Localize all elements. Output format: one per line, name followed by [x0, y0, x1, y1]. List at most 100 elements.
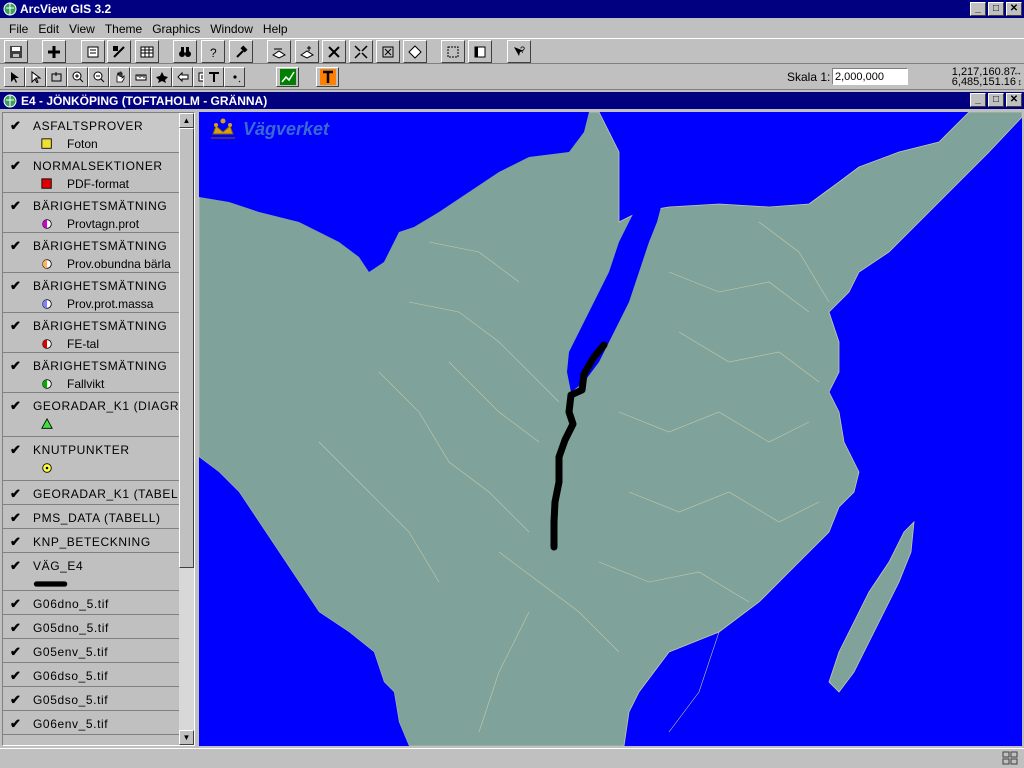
- legend-item[interactable]: ✔ KNP_BETECKNING: [3, 529, 180, 553]
- view-close-button[interactable]: ✕: [1006, 93, 1022, 107]
- visibility-checkbox[interactable]: ✔: [10, 620, 21, 636]
- zoom-in-icon: [72, 71, 83, 83]
- legend-item[interactable]: ✔ VÄG_E4: [3, 553, 180, 591]
- button-bar: ? ?: [0, 38, 1024, 64]
- island-oland: [828, 520, 915, 693]
- toc-scrollbar[interactable]: ▲ ▼: [179, 113, 194, 745]
- menu-file[interactable]: File: [4, 22, 33, 36]
- app-titlebar[interactable]: ArcView GIS 3.2 _ □ ✕: [0, 0, 1024, 18]
- legend-item[interactable]: ✔ GEORADAR_K1 (TABELL: [3, 481, 180, 505]
- vertex-edit-tool[interactable]: [25, 67, 46, 87]
- visibility-checkbox[interactable]: ✔: [10, 510, 21, 526]
- menu-help[interactable]: Help: [258, 22, 293, 36]
- theme-properties-button[interactable]: [81, 40, 105, 63]
- visibility-checkbox[interactable]: ✔: [10, 358, 21, 374]
- legend-item[interactable]: ✔ NORMALSEKTIONER PDF-format: [3, 153, 180, 193]
- legend-item[interactable]: ✔ G06dso_5.tif: [3, 663, 180, 687]
- menu-theme[interactable]: Theme: [100, 22, 147, 36]
- pan-tool[interactable]: [109, 67, 130, 87]
- visibility-checkbox[interactable]: ✔: [10, 558, 21, 574]
- maximize-button[interactable]: □: [988, 2, 1004, 16]
- zoom-in-button[interactable]: [349, 40, 373, 63]
- map-canvas[interactable]: [199, 112, 1022, 746]
- legend-item[interactable]: ✔ G06env_5.tif: [3, 711, 180, 735]
- locate-address-button[interactable]: ?: [201, 40, 225, 63]
- hand-icon: [116, 71, 124, 83]
- edit-legend-button[interactable]: [107, 40, 131, 63]
- hammer-button[interactable]: [229, 40, 253, 63]
- visibility-checkbox[interactable]: ✔: [10, 318, 21, 334]
- visibility-checkbox[interactable]: ✔: [10, 534, 21, 550]
- scale-input[interactable]: [832, 68, 908, 85]
- zoom-out-icon: [93, 71, 104, 83]
- open-table-button[interactable]: [135, 40, 159, 63]
- view-titlebar[interactable]: E4 - JÖNKÖPING (TOFTAHOLM - GRÄNNA) _ □ …: [0, 92, 1024, 109]
- text-tool[interactable]: [203, 67, 224, 87]
- legend-item[interactable]: ✔ GEORADAR_K1 (DIAGR: [3, 393, 180, 437]
- zoom-previous-button[interactable]: [403, 40, 427, 63]
- visibility-checkbox[interactable]: ✔: [10, 692, 21, 708]
- add-theme-button[interactable]: [42, 40, 66, 63]
- menu-view[interactable]: View: [64, 22, 100, 36]
- view-minimize-button[interactable]: _: [970, 93, 986, 107]
- query-builder-button[interactable]: [267, 40, 291, 63]
- pointer-tool[interactable]: [4, 67, 25, 87]
- legend-item[interactable]: ✔ BÄRIGHETSMÄTNING Prov.prot.massa: [3, 273, 180, 313]
- draw-point-tool[interactable]: [224, 67, 245, 87]
- visibility-checkbox[interactable]: ✔: [10, 118, 21, 134]
- theme-name: BÄRIGHETSMÄTNING: [33, 359, 168, 373]
- select-features-button[interactable]: [441, 40, 465, 63]
- legend-item[interactable]: ✔ KNUTPUNKTER: [3, 437, 180, 481]
- measure-tool[interactable]: [130, 67, 151, 87]
- legend-item[interactable]: ✔ BÄRIGHETSMÄTNING Provtagn.prot: [3, 193, 180, 233]
- visibility-checkbox[interactable]: ✔: [10, 668, 21, 684]
- close-button[interactable]: ✕: [1006, 2, 1022, 16]
- scroll-thumb[interactable]: [179, 128, 194, 568]
- scroll-up-button[interactable]: ▲: [179, 113, 194, 128]
- area-of-interest-tool[interactable]: [172, 67, 193, 87]
- legend-item[interactable]: ✔ G05dno_5.tif: [3, 615, 180, 639]
- visibility-checkbox[interactable]: ✔: [10, 158, 21, 174]
- scroll-down-button[interactable]: ▼: [179, 730, 194, 745]
- zoom-in-tool[interactable]: [67, 67, 88, 87]
- legend-item[interactable]: ✔ G06dno_5.tif: [3, 591, 180, 615]
- visibility-checkbox[interactable]: ✔: [10, 596, 21, 612]
- menu-graphics[interactable]: Graphics: [147, 22, 205, 36]
- help-button[interactable]: ?: [507, 40, 531, 63]
- view-maximize-button[interactable]: □: [988, 93, 1004, 107]
- save-project-button[interactable]: [4, 40, 28, 63]
- map-display[interactable]: Vägverket: [199, 112, 1022, 746]
- visibility-checkbox[interactable]: ✔: [10, 644, 21, 660]
- visibility-checkbox[interactable]: ✔: [10, 238, 21, 254]
- visibility-checkbox[interactable]: ✔: [10, 442, 21, 458]
- legend-item[interactable]: ✔ G05dso_5.tif: [3, 687, 180, 711]
- zoom-out-tool[interactable]: [88, 67, 109, 87]
- clear-selection-icon: [474, 46, 486, 57]
- find-button[interactable]: [173, 40, 197, 63]
- legend-item[interactable]: ✔ BÄRIGHETSMÄTNING Fallvikt: [3, 353, 180, 393]
- visibility-checkbox[interactable]: ✔: [10, 198, 21, 214]
- legend-item[interactable]: ✔ PMS_DATA (TABELL): [3, 505, 180, 529]
- zoom-selected-button[interactable]: [322, 40, 346, 63]
- hotlink-tool[interactable]: [151, 67, 172, 87]
- visibility-checkbox[interactable]: ✔: [10, 398, 21, 414]
- menu-edit[interactable]: Edit: [33, 22, 64, 36]
- legend-item[interactable]: ✔ BÄRIGHETSMÄTNING FE-tal: [3, 313, 180, 353]
- minimize-button[interactable]: _: [970, 2, 986, 16]
- zoom-out-button[interactable]: [376, 40, 400, 63]
- theme-name: GEORADAR_K1 (TABELL: [33, 487, 180, 501]
- table-of-contents: ✔ ASFALTSPROVER Foton ✔ NORMALSEKTIONER PDF-f…: [2, 112, 195, 746]
- menu-window[interactable]: Window: [205, 22, 258, 36]
- chart-tool[interactable]: [276, 67, 299, 87]
- legend-item[interactable]: ✔ BÄRIGHETSMÄTNING Prov.obundna bärla: [3, 233, 180, 273]
- visibility-checkbox[interactable]: ✔: [10, 716, 21, 732]
- select-feature-tool[interactable]: [46, 67, 67, 87]
- legend-item[interactable]: ✔ ASFALTSPROVER Foton: [3, 113, 180, 153]
- clear-selection-button[interactable]: [468, 40, 492, 63]
- pointer-arrow-icon: [10, 72, 19, 83]
- visibility-checkbox[interactable]: ✔: [10, 486, 21, 502]
- legend-item[interactable]: ✔ G05env_5.tif: [3, 639, 180, 663]
- zoom-active-themes-button[interactable]: [295, 40, 319, 63]
- text-label-tool[interactable]: [316, 67, 339, 87]
- visibility-checkbox[interactable]: ✔: [10, 278, 21, 294]
